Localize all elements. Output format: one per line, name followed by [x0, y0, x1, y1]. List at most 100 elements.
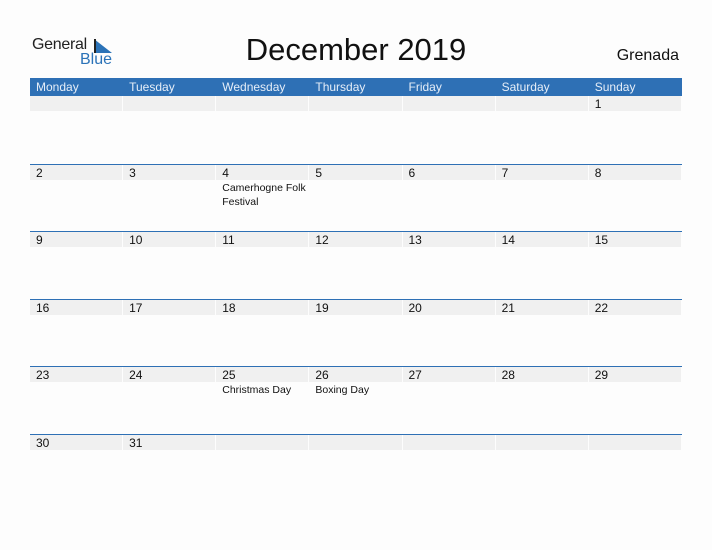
day-number: 25	[222, 368, 236, 382]
holiday-event: Camerhogne Folk Festival	[222, 181, 306, 208]
day-number-band	[123, 164, 216, 180]
day-number: 20	[408, 300, 422, 315]
weekday-sunday: Sunday	[594, 80, 636, 94]
day-number-band	[309, 164, 402, 180]
day-cell	[216, 434, 309, 502]
day-cell: 16	[30, 299, 123, 367]
day-cell: 3	[123, 164, 216, 232]
day-number: 30	[36, 435, 50, 450]
week-row: 9 10 11 12 13 14 15	[30, 231, 682, 299]
weekday-wednesday: Wednesday	[222, 80, 286, 94]
week-row: 30 31	[30, 433, 682, 502]
day-cell	[30, 96, 123, 164]
day-cell	[495, 96, 589, 164]
day-number: 10	[129, 233, 143, 247]
day-number-band	[123, 96, 216, 111]
day-cell	[309, 96, 402, 164]
day-cell: 4 Camerhogne Folk Festival	[216, 164, 309, 232]
day-cell	[309, 434, 402, 502]
day-cell: 7	[495, 164, 589, 232]
week-row: 23 24 25 Christmas Day 26 Boxing Day 27 28 29	[30, 366, 682, 434]
day-cell: 19	[309, 299, 402, 367]
week-row: 16 17 18 19 20 21 22	[30, 298, 682, 367]
day-cell: 15	[588, 232, 682, 299]
day-number: 13	[408, 233, 422, 247]
week-row: 2 3 4 Camerhogne Folk Festival 5 6 7 8	[30, 163, 682, 232]
weekday-friday: Friday	[408, 80, 442, 94]
day-number: 8	[594, 165, 602, 180]
day-number-band	[216, 96, 309, 111]
day-number: 17	[129, 300, 143, 315]
day-number: 3	[129, 165, 136, 180]
day-number: 4	[222, 165, 229, 180]
weekday-thursday: Thursday	[315, 80, 366, 94]
weekday-tuesday: Tuesday	[129, 80, 175, 94]
day-cell: 14	[495, 232, 589, 299]
weekday-header: Monday Tuesday Wednesday Thursday Friday…	[30, 78, 682, 96]
weekday-saturday: Saturday	[501, 80, 550, 94]
day-number-band	[588, 434, 681, 450]
day-cell: 18	[216, 299, 309, 367]
day-cell: 8	[588, 164, 682, 232]
holiday-event: Boxing Day	[315, 384, 370, 396]
day-cell: 22	[588, 299, 682, 367]
calendar-title: December 2019	[245, 32, 467, 67]
day-number: 9	[36, 233, 43, 247]
day-cell: 25 Christmas Day	[216, 367, 309, 434]
day-number-band	[402, 96, 495, 111]
day-cell	[216, 96, 309, 164]
day-cell	[402, 434, 496, 502]
week-row: 1	[30, 96, 682, 164]
day-cell: 23	[30, 367, 123, 434]
day-number: 28	[501, 368, 515, 382]
day-number: 14	[501, 233, 515, 247]
day-number-band	[402, 434, 495, 450]
country-label: Grenada	[616, 47, 679, 64]
day-cell: 17	[123, 299, 216, 367]
day-number: 12	[315, 233, 329, 247]
day-cell: 2	[30, 164, 123, 232]
day-cell: 28	[495, 367, 589, 434]
day-number-band	[495, 96, 588, 111]
day-number: 16	[36, 300, 50, 315]
day-cell	[123, 96, 216, 164]
day-cell: 9	[30, 232, 123, 299]
day-cell	[495, 434, 589, 502]
day-number: 31	[129, 435, 143, 450]
day-cell: 21	[495, 299, 589, 367]
day-number: 1	[594, 97, 602, 111]
day-cell: 20	[402, 299, 496, 367]
day-number: 2	[36, 165, 43, 180]
day-number-band	[30, 232, 123, 247]
day-number-band	[588, 164, 681, 180]
day-number: 27	[408, 368, 422, 382]
day-number-band	[216, 164, 309, 180]
day-cell: 26 Boxing Day	[309, 367, 402, 434]
day-cell: 12	[309, 232, 402, 299]
day-number: 24	[129, 368, 143, 382]
day-cell	[402, 96, 496, 164]
day-cell: 27	[402, 367, 496, 434]
day-number: 23	[36, 368, 50, 382]
day-number-band	[588, 96, 681, 111]
day-number: 19	[315, 300, 329, 315]
day-cell: 31	[123, 434, 216, 502]
day-number: 22	[594, 300, 609, 315]
day-number: 6	[408, 165, 416, 180]
day-number-band	[495, 164, 588, 180]
day-number: 5	[315, 165, 323, 180]
day-number: 15	[594, 233, 609, 247]
day-number: 11	[222, 233, 235, 247]
day-cell: 10	[123, 232, 216, 299]
day-cell	[588, 434, 682, 502]
day-number-band	[309, 96, 402, 111]
day-number: 7	[501, 165, 509, 180]
day-cell: 1	[588, 96, 682, 164]
day-cell: 11	[216, 232, 309, 299]
day-number-band	[30, 164, 123, 180]
day-number-band	[30, 96, 123, 111]
day-cell: 30	[30, 434, 123, 502]
day-cell: 6	[402, 164, 496, 232]
holiday-event: Christmas Day	[222, 384, 292, 396]
day-cell: 24	[123, 367, 216, 434]
